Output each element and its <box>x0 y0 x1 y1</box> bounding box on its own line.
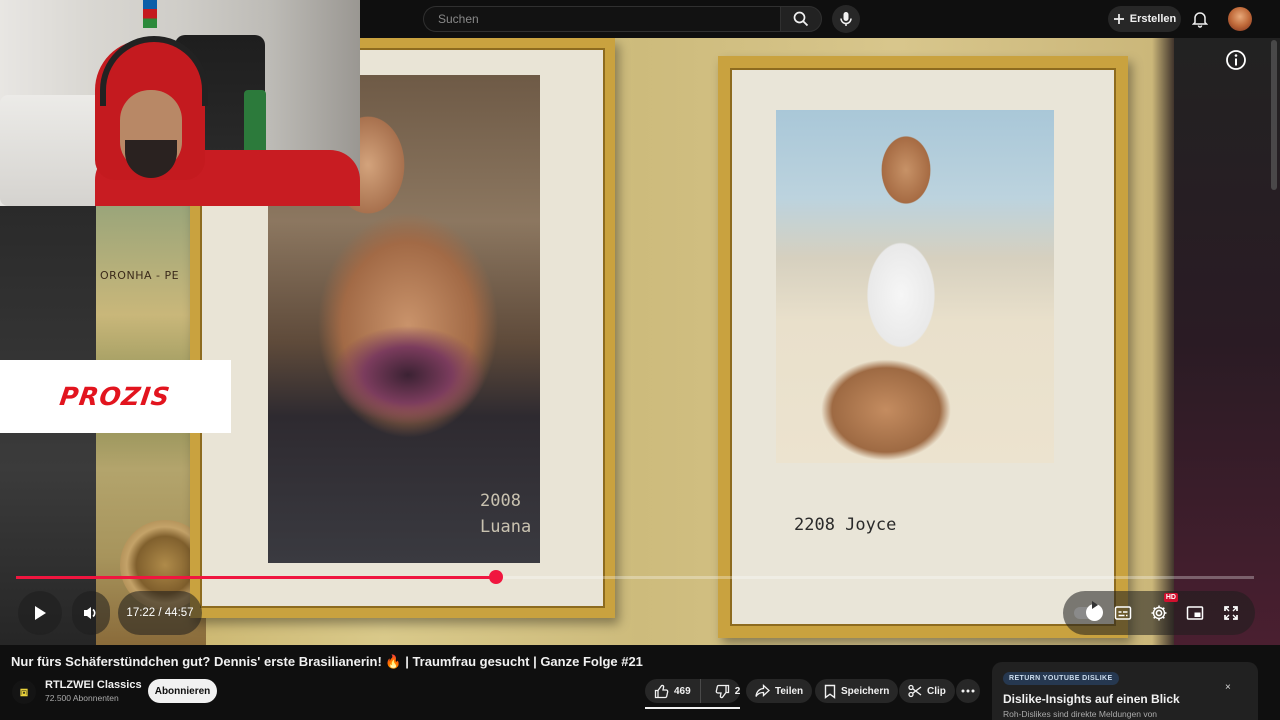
channel-logo-icon: ⧈ <box>19 684 29 700</box>
progress-scrubber[interactable] <box>489 570 503 584</box>
settings-icon <box>1150 604 1168 622</box>
progress-bar[interactable] <box>16 570 1254 584</box>
avatar[interactable] <box>1228 7 1252 31</box>
volume-icon <box>82 604 100 622</box>
plus-icon <box>1113 13 1125 25</box>
info-icon <box>1225 49 1247 71</box>
return-youtube-dislike-panel: RETURN YOUTUBE DISLIKE Dislike-Insights … <box>992 662 1258 720</box>
ryd-title: Dislike-Insights auf einen Blick <box>1003 692 1180 706</box>
sofa <box>0 95 110 206</box>
mute-button[interactable] <box>72 591 110 635</box>
clip-button[interactable]: Clip <box>899 679 955 703</box>
autoplay-play-icon <box>1092 601 1098 609</box>
miniplayer-icon <box>1186 605 1204 621</box>
voice-search-button[interactable] <box>832 5 860 33</box>
share-button[interactable]: Teilen <box>746 679 813 703</box>
share-label: Teilen <box>775 685 804 697</box>
sponsor-banner: PROZIS <box>0 360 231 433</box>
info-button[interactable] <box>1224 48 1248 72</box>
photo-right-label: 2208 Joyce <box>794 515 897 535</box>
fullscreen-icon <box>1223 605 1239 621</box>
more-icon <box>961 689 975 693</box>
bell-icon <box>1192 10 1208 28</box>
like-ratio-bar <box>645 707 740 709</box>
like-ratio-fill <box>645 707 740 709</box>
ryd-subtitle: Roh-Dislikes sind direkte Meldungen von <box>1003 709 1158 719</box>
search-input[interactable]: Suchen <box>423 6 781 32</box>
webcam-overlay <box>0 0 360 206</box>
bookmark-icon <box>824 684 836 699</box>
scissors-icon <box>908 684 922 698</box>
clip-label: Clip <box>927 685 946 697</box>
notifications-button[interactable] <box>1189 8 1211 30</box>
ryd-badge: RETURN YOUTUBE DISLIKE <box>1003 672 1119 685</box>
map-text: ORONHA - PE <box>100 269 180 282</box>
fullscreen-button[interactable] <box>1218 600 1244 626</box>
search-button[interactable] <box>780 6 822 32</box>
thumbs-down-icon <box>715 684 730 699</box>
play-icon <box>31 604 49 622</box>
video-player[interactable]: ORONHA - PE 2008 Luana 2208 Joyce PROZIS <box>0 0 1280 645</box>
subscribe-button[interactable]: Abonnieren <box>148 679 217 703</box>
video-right-edge <box>1174 38 1280 645</box>
thumbs-up-icon <box>654 684 669 699</box>
flag <box>143 0 157 28</box>
dislike-count: 2 <box>734 685 741 697</box>
photo-left-label: 2008 Luana <box>480 488 531 540</box>
share-icon <box>755 684 770 698</box>
progress-played <box>16 576 496 579</box>
channel-avatar[interactable]: ⧈ <box>12 680 36 704</box>
photo-left-label-year: 2008 <box>480 491 521 511</box>
settings-button[interactable]: HD <box>1146 593 1178 626</box>
photo-left-label-name: Luana <box>480 517 532 537</box>
page-scrollbar[interactable] <box>1271 40 1277 190</box>
player-right-controls: HD <box>1063 591 1255 635</box>
create-label: Erstellen <box>1129 13 1177 25</box>
subtitles-icon <box>1114 605 1132 621</box>
like-dislike-group: 469 2 <box>645 679 740 703</box>
mic-icon <box>839 11 853 27</box>
miniplayer-button[interactable] <box>1182 600 1208 626</box>
create-button[interactable]: Erstellen <box>1108 6 1181 32</box>
save-button[interactable]: Speichern <box>815 679 899 703</box>
dislike-button[interactable]: 2 <box>706 679 750 703</box>
save-label: Speichern <box>841 685 890 697</box>
play-button[interactable] <box>18 591 62 635</box>
photo-right <box>776 110 1054 463</box>
like-count: 469 <box>674 685 691 697</box>
close-icon[interactable]: × <box>1225 682 1231 693</box>
autoplay-toggle[interactable] <box>1074 600 1103 626</box>
more-actions-button[interactable] <box>956 679 980 703</box>
video-title: Nur fürs Schäferstündchen gut? Dennis' e… <box>11 654 643 669</box>
search-icon <box>793 11 809 27</box>
subscriber-count: 72.500 Abonnenten <box>45 693 119 703</box>
time-display: 17:22 / 44:57 <box>118 591 202 635</box>
channel-name[interactable]: RTLZWEI Classics <box>45 679 142 691</box>
like-button[interactable]: 469 <box>645 679 701 703</box>
hd-badge: HD <box>1163 593 1178 602</box>
subtitles-button[interactable] <box>1110 600 1136 626</box>
sponsor-logo: PROZIS <box>58 382 173 411</box>
